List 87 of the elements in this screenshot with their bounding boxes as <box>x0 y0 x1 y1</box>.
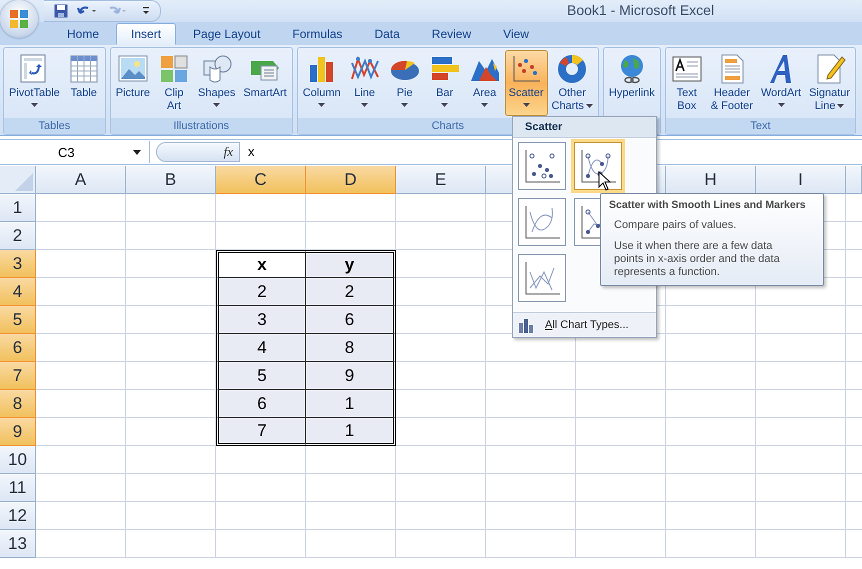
column-header[interactable]: C <box>216 166 306 194</box>
table-cell: 2 <box>306 278 396 306</box>
ribbon-tab[interactable]: Review <box>416 23 486 45</box>
table-cell: 1 <box>306 390 396 418</box>
ribbon-button[interactable]: Shapes <box>194 50 240 116</box>
row-header[interactable]: 6 <box>0 334 36 362</box>
chart-type-option[interactable] <box>518 198 566 246</box>
ribbon-button[interactable]: Hyperlink <box>604 50 659 116</box>
customize-icon[interactable] <box>140 6 152 16</box>
ribbon-tab[interactable]: Formulas <box>277 23 358 45</box>
donut-chart-icon <box>556 53 588 85</box>
window-title: Book1 - Microsoft Excel <box>567 2 714 18</box>
ribbon-button[interactable]: WordArt <box>756 50 806 116</box>
table-cell: 1 <box>306 418 396 446</box>
row-header[interactable]: 3 <box>0 250 36 278</box>
table-cell: 6 <box>216 390 306 418</box>
row-header[interactable]: 4 <box>0 278 36 306</box>
group-label: Tables <box>38 120 70 132</box>
column-chart-icon <box>517 317 535 333</box>
formula-field[interactable]: x <box>248 141 862 163</box>
ribbon-button[interactable]: Table <box>64 50 104 116</box>
ribbon-button[interactable]: Pie <box>384 50 425 116</box>
chart-type-option[interactable] <box>574 142 622 190</box>
group-label: Text <box>750 120 771 132</box>
table-cell: 5 <box>216 362 306 390</box>
shapes-icon <box>200 53 233 85</box>
ribbon-tab[interactable]: Data <box>359 23 415 45</box>
office-button[interactable] <box>0 0 38 38</box>
column-header[interactable]: A <box>36 166 126 194</box>
table-cell: 2 <box>216 278 306 306</box>
row-header[interactable]: 5 <box>0 306 36 334</box>
row-header[interactable]: 10 <box>0 446 36 474</box>
table-cell: 4 <box>216 334 306 362</box>
ribbon-button[interactable]: Picture <box>112 50 154 116</box>
triangle-icon <box>15 173 33 191</box>
ribbon-button[interactable]: Header & Footer <box>706 50 757 116</box>
ribbon-button[interactable]: Area <box>464 50 505 116</box>
name-box[interactable]: C3 <box>0 141 150 163</box>
row-header[interactable]: 2 <box>0 222 36 250</box>
column-header[interactable]: B <box>126 166 216 194</box>
ribbon-tab[interactable]: Page Layout <box>178 23 276 45</box>
caret-icon <box>133 150 141 154</box>
row-header[interactable]: 11 <box>0 474 36 502</box>
table-cell: y <box>306 250 396 278</box>
ribbon-button[interactable]: Scatter <box>504 50 548 116</box>
ribbon-button[interactable]: Other Charts <box>548 50 597 116</box>
row-header[interactable]: 1 <box>0 194 36 222</box>
row-header[interactable]: 8 <box>0 390 36 418</box>
ribbon-button[interactable]: PivotTable <box>5 50 64 116</box>
ribbon-button[interactable]: Bar <box>424 50 465 116</box>
tooltip-text: Use it when there are a few data points in x-axis order and the data represents a function. <box>614 240 781 279</box>
ribbon-button[interactable]: SmartArt <box>239 50 291 116</box>
ribbon-button[interactable]: Text Box <box>666 50 707 116</box>
column-header[interactable]: D <box>306 166 396 194</box>
chart-type-option[interactable] <box>518 142 566 190</box>
table-cell: x <box>216 250 306 278</box>
table-cell: 6 <box>306 306 396 334</box>
save-icon[interactable] <box>52 4 70 18</box>
row-header[interactable]: 7 <box>0 362 36 390</box>
ribbon-button[interactable]: Clip Art <box>154 50 194 116</box>
clip-art-icon <box>158 53 190 85</box>
column-header[interactable]: H <box>666 166 756 194</box>
ribbon-tab[interactable]: View <box>488 23 544 45</box>
squares-logo-icon <box>8 8 30 30</box>
row-header[interactable]: 13 <box>0 530 36 558</box>
group-label: Charts <box>432 120 464 132</box>
ribbon-button[interactable]: Column <box>298 50 345 116</box>
ribbon-button[interactable]: Line <box>344 50 385 116</box>
table-cell: 3 <box>216 306 306 334</box>
insert-function-button[interactable]: fx <box>156 142 240 162</box>
tooltip-text: Compare pairs of values. <box>614 219 738 232</box>
cursor-icon <box>598 171 612 191</box>
table-cell: 7 <box>216 418 306 446</box>
chart-type-option[interactable] <box>518 254 566 302</box>
ribbon-tab[interactable]: Home <box>52 23 114 45</box>
column-header[interactable]: E <box>396 166 486 194</box>
ribbon-tab[interactable]: Insert <box>116 23 176 45</box>
column-header[interactable]: I <box>756 166 846 194</box>
row-header[interactable]: 9 <box>0 418 36 446</box>
row-header[interactable]: 12 <box>0 502 36 530</box>
table-icon <box>68 53 100 85</box>
tooltip-title: Scatter with Smooth Lines and Markers <box>609 199 807 211</box>
ribbon-button[interactable]: Signatur Line <box>805 50 854 116</box>
table-cell: 8 <box>306 334 396 362</box>
menu-title: Scatter <box>525 121 562 133</box>
group-label: Illustrations <box>173 120 230 132</box>
table-cell: 9 <box>306 362 396 390</box>
